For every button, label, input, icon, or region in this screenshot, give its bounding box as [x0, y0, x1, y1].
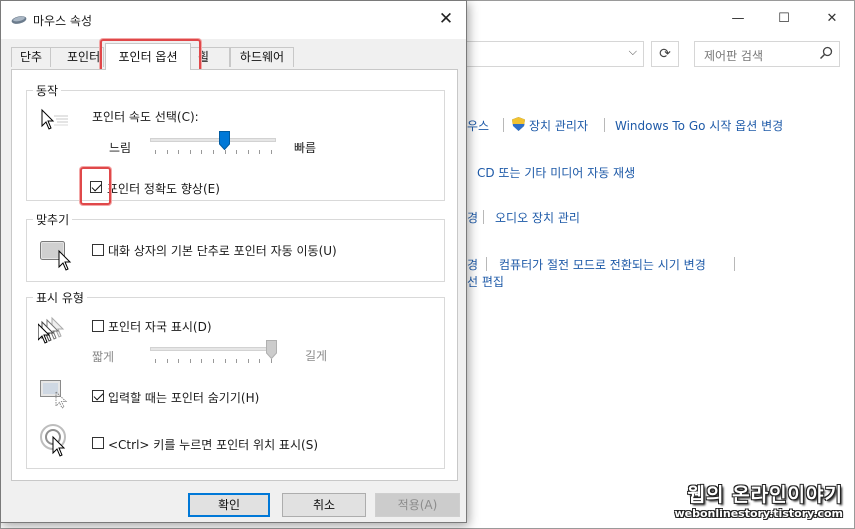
speed-fast-label: 빠름: [294, 141, 317, 155]
slider-tick: [259, 359, 261, 363]
watermark-url: webonlinestory.tistory.com: [674, 507, 843, 520]
trails-slider-thumb: [265, 340, 277, 359]
slider-tick: [189, 359, 191, 363]
ok-button[interactable]: 확인: [188, 493, 270, 517]
search-placeholder: 제어판 검색: [704, 49, 764, 63]
slider-tick: [155, 359, 156, 363]
dialog-titlebar[interactable]: 마우스 속성 ✕: [1, 1, 466, 39]
slider-tick: [236, 359, 238, 363]
cancel-button[interactable]: 취소: [282, 493, 366, 517]
hide-pointer-icon: [40, 380, 72, 413]
slider-tick: [201, 150, 203, 154]
tab-buttons[interactable]: 단추: [11, 47, 51, 67]
link-power-partial[interactable]: 경: [467, 256, 478, 273]
search-input[interactable]: 제어판 검색: [694, 41, 840, 67]
link-mouse[interactable]: 우스: [467, 117, 489, 134]
motion-group-title: 동작: [33, 82, 62, 99]
apply-button[interactable]: 적용(A): [375, 493, 460, 517]
tab-panel: 동작 포인터 속도 선택(C): 느림 빠름 포인터 정확도 향상(E) 맞추기: [11, 69, 458, 481]
slider-tick: [259, 150, 261, 154]
chevron-down-icon[interactable]: ⌵: [629, 45, 637, 59]
precision-label[interactable]: 포인터 정확도 향상(E): [107, 180, 220, 197]
link-device-manager[interactable]: 장치 관리자: [529, 117, 588, 134]
show-location-icon: [40, 423, 72, 460]
hide-typing-checkbox[interactable]: [92, 390, 104, 402]
link-cd-autoplay[interactable]: CD 또는 기타 미디어 자동 재생: [477, 164, 635, 181]
tab-hardware[interactable]: 하드웨어: [230, 47, 294, 67]
link-separator: [604, 118, 605, 132]
trails-checkbox[interactable]: [92, 320, 104, 332]
link-separator: [503, 118, 504, 132]
speed-label: 포인터 속도 선택(C):: [92, 110, 199, 124]
trails-long-label: 길게: [305, 349, 328, 363]
slider-tick: [236, 150, 238, 154]
slider-tick: [213, 150, 214, 154]
slider-tick: [189, 150, 191, 154]
slider-tick: [224, 150, 226, 154]
speed-slow-label: 느림: [109, 141, 132, 155]
shield-icon: [511, 116, 526, 135]
minimize-button[interactable]: —: [723, 9, 753, 29]
maximize-button[interactable]: ☐: [769, 9, 799, 29]
dialog-title: 마우스 속성: [33, 14, 93, 28]
tab-pointer-options[interactable]: 포인터 옵션: [105, 43, 191, 70]
slider-tick: [247, 150, 249, 154]
snap-group-title: 맞추기: [33, 211, 73, 228]
speed-slider-thumb[interactable]: [219, 131, 231, 150]
slider-tick: [247, 359, 249, 363]
slider-tick: [178, 150, 180, 154]
checkbox-highlight-box: [80, 167, 111, 205]
pointer-speed-icon: [40, 108, 70, 135]
slider-tick: [213, 359, 214, 363]
slider-tick: [166, 359, 168, 363]
link-separator: [734, 257, 735, 271]
tab-pointers[interactable]: 포인터: [50, 47, 104, 67]
slider-tick: [201, 359, 203, 363]
ctrl-locate-checkbox[interactable]: [92, 437, 104, 449]
link-audio-devices[interactable]: 오디오 장치 관리: [495, 209, 580, 226]
trails-short-label: 짧게: [92, 350, 115, 364]
link-windows-to-go[interactable]: Windows To Go 시작 옵션 변경: [615, 117, 783, 134]
slider-tick: [271, 150, 272, 154]
snap-to-icon: [40, 239, 76, 274]
mouse-app-icon: [11, 14, 27, 28]
link-separator: [483, 210, 484, 224]
speed-slider-track[interactable]: [150, 138, 276, 142]
watermark: 웹의 온라인이야기 webonlinestory.tistory.com: [674, 480, 843, 520]
refresh-icon[interactable]: ⟳: [651, 41, 679, 67]
link-sound-partial[interactable]: 경: [467, 209, 478, 226]
trails-slider-track: [150, 347, 276, 351]
slider-tick: [166, 150, 168, 154]
ctrl-locate-label[interactable]: <Ctrl> 키를 누르면 포인터 위치 표시(S): [108, 436, 318, 453]
close-window-button[interactable]: ✕: [817, 9, 847, 29]
dialog-close-button[interactable]: ✕: [434, 7, 458, 31]
hide-typing-label[interactable]: 입력할 때는 포인터 숨기기(H): [108, 389, 259, 406]
slider-tick: [224, 359, 226, 363]
trails-label[interactable]: 포인터 자국 표시(D): [108, 318, 212, 335]
watermark-title: 웹의 온라인이야기: [687, 484, 843, 506]
pointer-trails-icon: [37, 316, 74, 347]
link-edit-plan[interactable]: 선 편집: [467, 273, 504, 290]
search-icon[interactable]: [819, 46, 833, 63]
snap-checkbox[interactable]: [92, 244, 104, 256]
slider-tick: [271, 359, 272, 363]
address-bar[interactable]: ⌵: [466, 41, 644, 67]
link-sleep-time[interactable]: 컴퓨터가 절전 모드로 전환되는 시기 변경: [499, 256, 706, 273]
visibility-group-title: 표시 유형: [33, 289, 87, 306]
slider-tick: [155, 150, 156, 154]
mouse-properties-dialog: 마우스 속성 ✕ 단추 포인터 포인터 옵션 휠 하드웨어 동작 포인터 속도 …: [0, 0, 467, 523]
link-separator: [486, 257, 487, 271]
snap-label[interactable]: 대화 상자의 기본 단추로 포인터 자동 이동(U): [108, 242, 337, 259]
slider-tick: [178, 359, 180, 363]
